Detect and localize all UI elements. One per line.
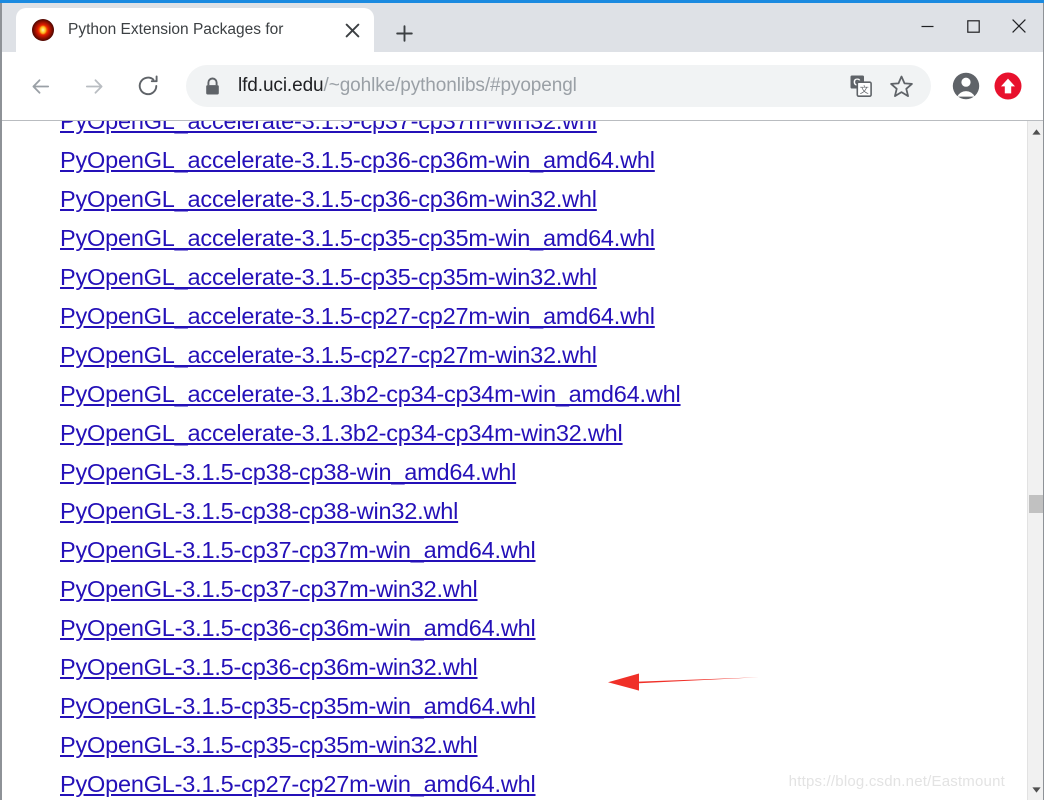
upload-arrow-icon bbox=[994, 72, 1022, 100]
wheel-link[interactable]: PyOpenGL_accelerate-3.1.5-cp35-cp35m-win… bbox=[60, 225, 655, 251]
wheel-link-highlighted[interactable]: PyOpenGL-3.1.5-cp37-cp37m-win_amd64.whl bbox=[60, 537, 536, 563]
wheel-link[interactable]: PyOpenGL_accelerate-3.1.5-cp37-cp37m-win… bbox=[60, 121, 597, 134]
list-item: PyOpenGL-3.1.5-cp37-cp37m-win32.whl bbox=[60, 570, 960, 609]
wheel-link[interactable]: PyOpenGL_accelerate-3.1.3b2-cp34-cp34m-w… bbox=[60, 381, 681, 407]
wheel-link[interactable]: PyOpenGL-3.1.5-cp36-cp36m-win32.whl bbox=[60, 654, 478, 680]
wheel-link[interactable]: PyOpenGL_accelerate-3.1.5-cp27-cp27m-win… bbox=[60, 342, 597, 368]
wheel-link[interactable]: PyOpenGL_accelerate-3.1.3b2-cp34-cp34m-w… bbox=[60, 420, 623, 446]
arrow-left-icon bbox=[31, 78, 49, 94]
wheel-file-link-list: PyOpenGL_accelerate-3.1.5-cp37-cp37m-win… bbox=[60, 121, 960, 800]
list-item: PyOpenGL-3.1.5-cp35-cp35m-win32.whl bbox=[60, 726, 960, 765]
list-item: PyOpenGL_accelerate-3.1.5-cp37-cp37m-win… bbox=[60, 121, 960, 141]
arrow-right-icon bbox=[85, 78, 103, 94]
list-item: PyOpenGL_accelerate-3.1.5-cp35-cp35m-win… bbox=[60, 258, 960, 297]
page-content: PyOpenGL_accelerate-3.1.5-cp37-cp37m-win… bbox=[2, 121, 1027, 800]
wheel-link[interactable]: PyOpenGL-3.1.5-cp35-cp35m-win_amd64.whl bbox=[60, 693, 536, 719]
list-item: PyOpenGL_accelerate-3.1.3b2-cp34-cp34m-w… bbox=[60, 414, 960, 453]
list-item: PyOpenGL_accelerate-3.1.5-cp36-cp36m-win… bbox=[60, 141, 960, 180]
list-item: PyOpenGL_accelerate-3.1.5-cp27-cp27m-win… bbox=[60, 336, 960, 375]
reload-button[interactable] bbox=[128, 66, 168, 106]
back-button[interactable] bbox=[20, 66, 60, 106]
page-viewport: PyOpenGL_accelerate-3.1.5-cp37-cp37m-win… bbox=[2, 120, 1043, 800]
reload-icon bbox=[138, 75, 158, 96]
list-item: PyOpenGL-3.1.5-cp36-cp36m-win_amd64.whl bbox=[60, 609, 960, 648]
wheel-link[interactable]: PyOpenGL_accelerate-3.1.5-cp36-cp36m-win… bbox=[60, 147, 655, 173]
list-item: PyOpenGL-3.1.5-cp36-cp36m-win32.whl bbox=[60, 648, 960, 687]
wheel-link[interactable]: PyOpenGL-3.1.5-cp38-cp38-win32.whl bbox=[60, 498, 458, 524]
svg-text:文: 文 bbox=[860, 84, 869, 95]
extension-upload-button[interactable] bbox=[987, 65, 1029, 107]
tab-strip: Python Extension Packages for bbox=[2, 3, 1043, 52]
list-item: PyOpenGL-3.1.5-cp38-cp38-win32.whl bbox=[60, 492, 960, 531]
close-icon bbox=[1012, 19, 1026, 33]
close-window-button[interactable] bbox=[996, 6, 1042, 46]
url-host: lfd.uci.edu bbox=[238, 75, 324, 96]
list-item: PyOpenGL_accelerate-3.1.3b2-cp34-cp34m-w… bbox=[60, 375, 960, 414]
wheel-link[interactable]: PyOpenGL_accelerate-3.1.5-cp27-cp27m-win… bbox=[60, 303, 655, 329]
list-item: PyOpenGL-3.1.5-cp37-cp37m-win_amd64.whl bbox=[60, 531, 960, 570]
wheel-link[interactable]: PyOpenGL-3.1.5-cp36-cp36m-win_amd64.whl bbox=[60, 615, 536, 641]
scroll-up-arrow-icon[interactable] bbox=[1028, 123, 1044, 140]
watermark-text: https://blog.csdn.net/Eastmount bbox=[788, 773, 1005, 790]
close-icon[interactable] bbox=[339, 17, 365, 43]
wheel-link[interactable]: PyOpenGL-3.1.5-cp38-cp38-win_amd64.whl bbox=[60, 459, 516, 485]
url-text: lfd.uci.edu/~gohlke/pythonlibs/#pyopengl bbox=[238, 75, 577, 97]
person-icon bbox=[952, 72, 980, 100]
minimize-button[interactable] bbox=[904, 6, 950, 46]
wheel-link[interactable]: PyOpenGL-3.1.5-cp35-cp35m-win32.whl bbox=[60, 732, 478, 758]
list-item: PyOpenGL_accelerate-3.1.5-cp35-cp35m-win… bbox=[60, 219, 960, 258]
url-path: /~gohlke/pythonlibs/#pyopengl bbox=[323, 75, 577, 96]
browser-window: Python Extension Packages for lfd.uci.ed… bbox=[0, 0, 1044, 800]
translate-icon[interactable]: G 文 bbox=[841, 66, 881, 106]
scroll-thumb[interactable] bbox=[1029, 495, 1043, 513]
address-bar[interactable]: lfd.uci.edu/~gohlke/pythonlibs/#pyopengl… bbox=[186, 65, 931, 107]
window-controls bbox=[904, 6, 1042, 46]
new-tab-button[interactable] bbox=[388, 17, 420, 49]
minimize-icon bbox=[921, 25, 933, 27]
maximize-icon bbox=[966, 19, 980, 33]
maximize-button[interactable] bbox=[950, 6, 996, 46]
wheel-link[interactable]: PyOpenGL_accelerate-3.1.5-cp36-cp36m-win… bbox=[60, 186, 597, 212]
wheel-link[interactable]: PyOpenGL-3.1.5-cp37-cp37m-win32.whl bbox=[60, 576, 478, 602]
plus-icon bbox=[395, 24, 413, 42]
list-item: PyOpenGL_accelerate-3.1.5-cp36-cp36m-win… bbox=[60, 180, 960, 219]
scroll-down-arrow-icon[interactable] bbox=[1028, 781, 1044, 798]
vertical-scrollbar[interactable] bbox=[1027, 121, 1043, 800]
wheel-link[interactable]: PyOpenGL_accelerate-3.1.5-cp35-cp35m-win… bbox=[60, 264, 597, 290]
list-item: PyOpenGL_accelerate-3.1.5-cp27-cp27m-win… bbox=[60, 297, 960, 336]
profile-avatar[interactable] bbox=[945, 65, 987, 107]
wheel-link[interactable]: PyOpenGL-3.1.5-cp27-cp27m-win_amd64.whl bbox=[60, 771, 536, 797]
list-item: PyOpenGL-3.1.5-cp35-cp35m-win_amd64.whl bbox=[60, 687, 960, 726]
browser-tab[interactable]: Python Extension Packages for bbox=[16, 8, 374, 52]
forward-button[interactable] bbox=[74, 66, 114, 106]
lock-icon bbox=[204, 77, 221, 96]
tab-title: Python Extension Packages for bbox=[68, 21, 284, 38]
browser-toolbar: lfd.uci.edu/~gohlke/pythonlibs/#pyopengl… bbox=[2, 52, 1043, 120]
bookmark-star-icon[interactable] bbox=[881, 66, 921, 106]
list-item: PyOpenGL-3.1.5-cp38-cp38-win_amd64.whl bbox=[60, 453, 960, 492]
toolbar-right-actions bbox=[945, 65, 1043, 107]
python-extension-favicon bbox=[32, 19, 54, 41]
omnibox-actions: G 文 bbox=[841, 66, 931, 106]
